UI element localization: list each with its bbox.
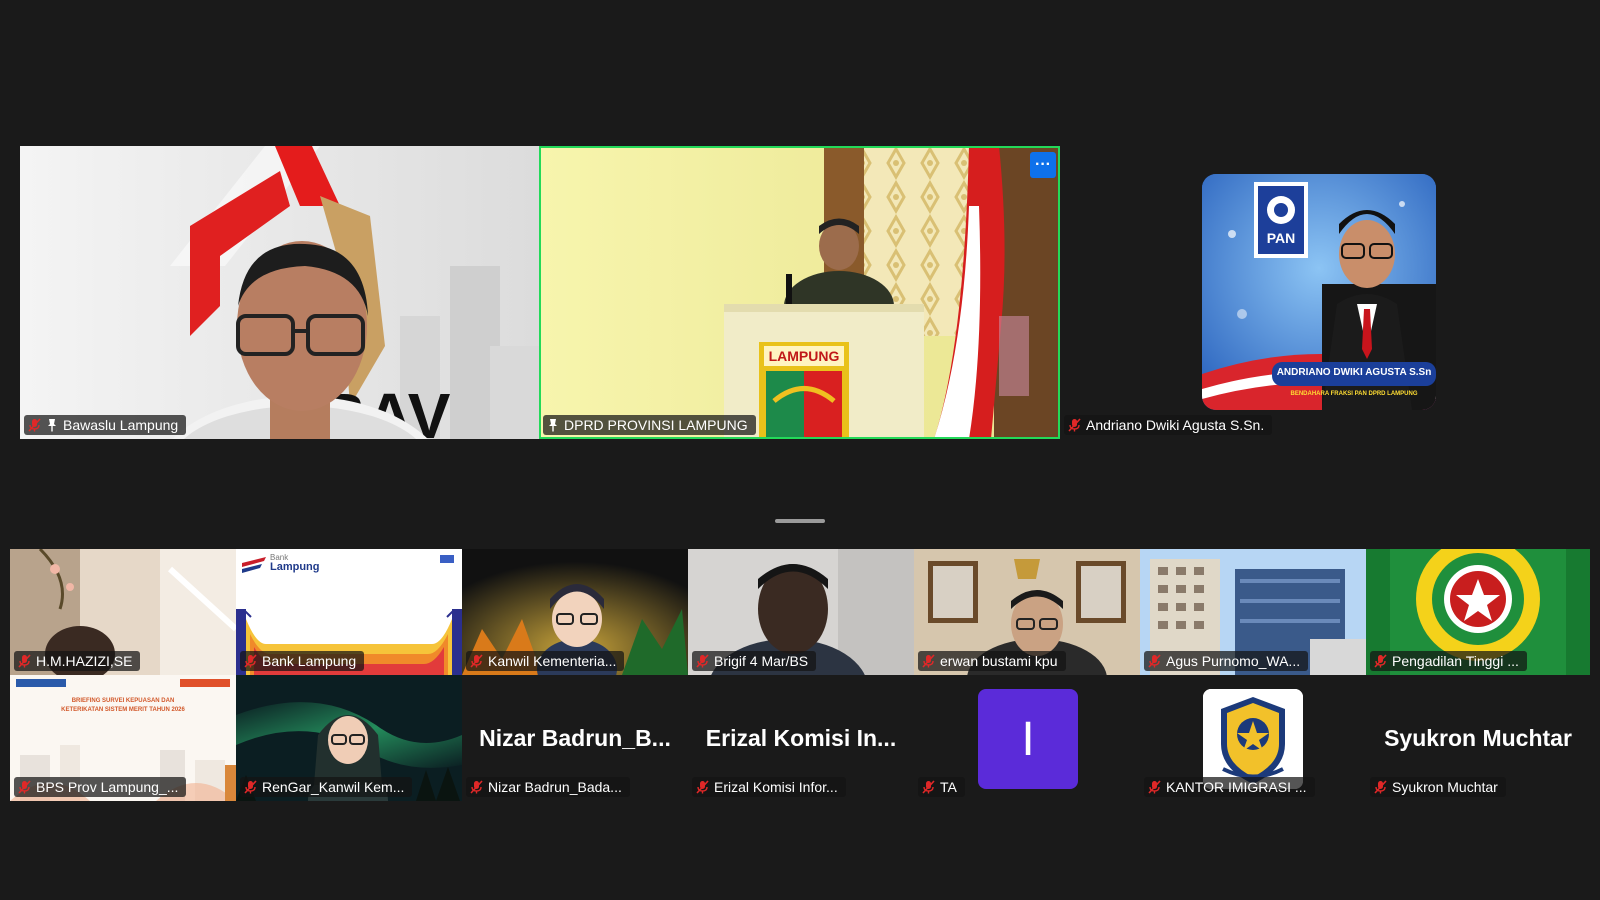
poster-party-label: PAN (1266, 230, 1296, 246)
muted-mic-icon (922, 654, 935, 668)
muted-mic-icon (1148, 654, 1161, 668)
video-tile-erwan-bustami-kpu[interactable]: erwan bustami kpu (914, 549, 1140, 675)
video-tile-bawaslu-lampung[interactable]: BAV Bawaslu Lampung (20, 146, 539, 439)
muted-mic-icon (922, 780, 935, 794)
video-tile-pengadilan-tinggi[interactable]: Pengadilan Tinggi ... (1366, 549, 1590, 675)
video-tile-bank-lampung[interactable]: Bank Lampung Bank Lampung (236, 549, 462, 675)
participant-name: Pengadilan Tinggi ... (1392, 653, 1519, 669)
slide-title: BRIEFING SURVEI KEPUASAN DAN KETERIKATAN… (61, 698, 185, 713)
muted-mic-icon (28, 418, 41, 432)
video-tile-nizar-badrun[interactable]: Nizar Badrun_B... Nizar Badrun_Bada... (462, 675, 688, 801)
profile-picture (1203, 689, 1303, 789)
video-tile-dprd-provinsi-lampung[interactable]: LAMPUNG ··· DPRD PROVINSI LAMPUNG (539, 146, 1060, 439)
video-tile-hm-hazizi[interactable]: H.M.HAZIZI,SE (10, 549, 236, 675)
participant-name: KANTOR IMIGRASI ... (1166, 779, 1307, 795)
participant-name: Erizal Komisi Infor... (714, 779, 838, 795)
muted-mic-icon (696, 654, 709, 668)
participant-name-tag: TA (918, 777, 965, 797)
participant-video: BAV (20, 146, 539, 439)
video-tile-andriano-dwiki-agusta[interactable]: PAN ANDRIANO DWIKI AGUSTA S.Sn BENDAHARA… (1060, 146, 1580, 439)
participant-name: Nizar Badrun_Bada... (488, 779, 622, 795)
participant-name: Andriano Dwiki Agusta S.Sn. (1086, 417, 1265, 433)
muted-mic-icon (1148, 780, 1161, 794)
muted-mic-icon (470, 780, 483, 794)
participant-name: Brigif 4 Mar/BS (714, 653, 809, 669)
video-tile-bps-prov-lampung[interactable]: BRIEFING SURVEI KEPUASAN DAN KETERIKATAN… (10, 675, 236, 801)
participant-name: RenGar_Kanwil Kem... (262, 779, 405, 795)
muted-mic-icon (1374, 780, 1387, 794)
participant-name-tag: Brigif 4 Mar/BS (692, 651, 817, 671)
participant-name: DPRD PROVINSI LAMPUNG (564, 417, 748, 433)
muted-mic-icon (1068, 418, 1081, 432)
more-options-button[interactable]: ··· (1030, 152, 1056, 178)
profile-picture: PAN ANDRIANO DWIKI AGUSTA S.Sn BENDAHARA… (1202, 174, 1436, 410)
video-tile-rengar-kanwil[interactable]: RenGar_Kanwil Kem... (236, 675, 462, 801)
muted-mic-icon (1374, 654, 1387, 668)
participant-display-name: Syukron Muchtar (1384, 725, 1572, 751)
participant-name-tag: Syukron Muchtar (1370, 777, 1506, 797)
participant-name-tag: BPS Prov Lampung_... (14, 777, 187, 797)
participant-name: erwan bustami kpu (940, 653, 1058, 669)
participant-name-tag: Pengadilan Tinggi ... (1370, 651, 1527, 671)
participant-name-tag: Agus Purnomo_WA... (1144, 651, 1309, 671)
muted-mic-icon (18, 780, 31, 794)
participant-display-name: Nizar Badrun_B... (479, 725, 671, 751)
muted-mic-icon (18, 654, 31, 668)
avatar: I (978, 689, 1078, 789)
participant-name-tag: Andriano Dwiki Agusta S.Sn. (1064, 415, 1273, 435)
video-tile-syukron-muchtar[interactable]: Syukron Muchtar Syukron Muchtar (1366, 675, 1590, 801)
participant-name-tag: DPRD PROVINSI LAMPUNG (543, 415, 756, 435)
participant-name: BPS Prov Lampung_... (36, 779, 179, 795)
bank-logo-big: Lampung (270, 561, 320, 573)
video-tile-agus-purnomo[interactable]: Agus Purnomo_WA... (1140, 549, 1366, 675)
participant-name: Agus Purnomo_WA... (1166, 653, 1301, 669)
poster-name: ANDRIANO DWIKI AGUSTA S.Sn (1276, 367, 1432, 378)
participant-name-tag: Bawaslu Lampung (24, 415, 187, 435)
muted-mic-icon (244, 654, 257, 668)
participant-name: Bawaslu Lampung (63, 417, 179, 433)
video-tile-ta[interactable]: I TA (914, 675, 1140, 801)
participant-display-name: Erizal Komisi In... (705, 725, 897, 751)
participant-name: H.M.HAZIZI,SE (36, 653, 133, 669)
participant-name-tag: RenGar_Kanwil Kem... (240, 777, 413, 797)
active-speaker-border (539, 146, 1060, 439)
muted-mic-icon (470, 654, 483, 668)
participant-name-tag: Bank Lampung (240, 651, 365, 671)
participant-name: Syukron Muchtar (1392, 779, 1498, 795)
participant-name-tag: Kanwil Kementeria... (466, 651, 625, 671)
participant-name: Kanwil Kementeria... (488, 653, 617, 669)
participant-name-tag: H.M.HAZIZI,SE (14, 651, 141, 671)
panel-resize-handle[interactable] (775, 519, 825, 523)
pin-icon (549, 419, 557, 432)
video-tile-erizal-komisi[interactable]: Erizal Komisi In... Erizal Komisi Infor.… (688, 675, 914, 801)
muted-mic-icon (244, 780, 257, 794)
pin-icon (48, 419, 56, 432)
muted-mic-icon (696, 780, 709, 794)
participant-name: TA (940, 779, 957, 795)
participant-name-tag: erwan bustami kpu (918, 651, 1066, 671)
participant-name-tag: Nizar Badrun_Bada... (466, 777, 630, 797)
video-tile-kantor-imigrasi[interactable]: KANTOR IMIGRASI ... (1140, 675, 1366, 801)
participant-name-tag: KANTOR IMIGRASI ... (1144, 777, 1315, 797)
participant-name: Bank Lampung (262, 653, 357, 669)
poster-subtitle: BENDAHARA FRAKSI PAN DPRD LAMPUNG (1290, 391, 1418, 397)
video-tile-kanwil-kementerian[interactable]: Kanwil Kementeria... (462, 549, 688, 675)
video-tile-brigif-4-mar-bs[interactable]: Brigif 4 Mar/BS (688, 549, 914, 675)
participant-name-tag: Erizal Komisi Infor... (692, 777, 846, 797)
